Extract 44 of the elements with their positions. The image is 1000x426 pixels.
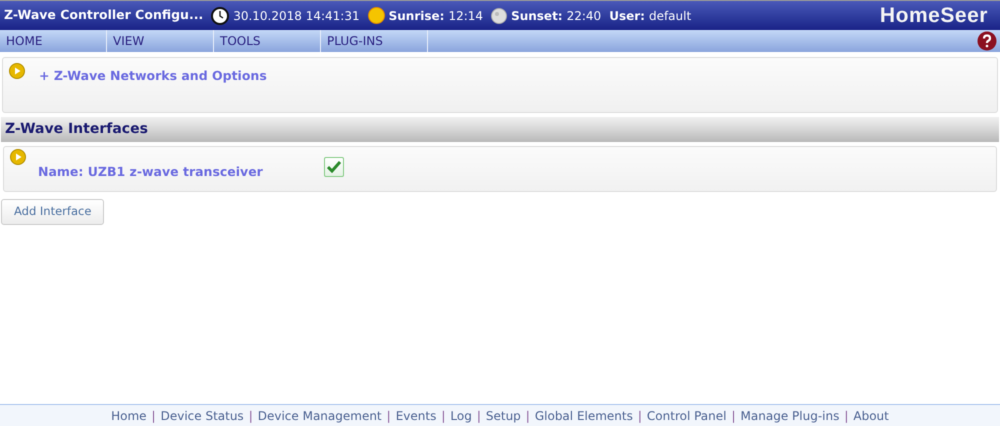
user-name: default [648, 8, 692, 24]
sunset-label: Sunset: [511, 8, 563, 24]
footer-separator: | [526, 408, 530, 424]
footer-separator: | [248, 408, 253, 424]
footer-link[interactable]: Home [111, 406, 147, 424]
footer-separator: | [638, 408, 642, 424]
footer-link[interactable]: Manage Plug-ins [740, 406, 840, 424]
logo[interactable]: HomeSeer [880, 0, 988, 32]
help-icon[interactable] [977, 31, 997, 51]
footer-separator: | [732, 408, 736, 424]
footer-separator: | [844, 408, 848, 424]
add-interface-button[interactable]: Add Interface [1, 198, 104, 225]
interface-name[interactable]: Name: UZB1 z-wave transceiver [38, 163, 324, 182]
clock-icon [211, 6, 230, 24]
play-icon[interactable] [10, 149, 26, 165]
sunrise-label: Sunrise: [388, 8, 444, 24]
footer-separator: | [152, 408, 156, 424]
footer-link[interactable]: Events [396, 406, 436, 424]
check-icon [327, 161, 341, 173]
play-icon[interactable] [9, 63, 25, 79]
footer-link[interactable]: Control Panel [646, 406, 726, 424]
menu-item[interactable]: HOME [0, 30, 107, 52]
sunset-time: 22:40 [566, 8, 602, 24]
footer-link[interactable]: Device Management [258, 406, 382, 424]
sun-icon [368, 7, 385, 24]
menu-item[interactable]: TOOLS [214, 30, 321, 52]
page-title: Z-Wave Controller Configu... [4, 6, 204, 24]
menu-item[interactable]: VIEW [107, 30, 214, 52]
footer-separator: | [386, 408, 391, 424]
menu-item[interactable]: PLUG-INS [321, 30, 428, 52]
section-title: Z-Wave Interfaces [5, 120, 148, 139]
footer-link[interactable]: About [853, 406, 889, 424]
footer-link[interactable]: Setup [486, 406, 521, 424]
user-label: User: [609, 8, 645, 24]
moon-icon [491, 8, 508, 24]
footer-link[interactable]: Global Elements [534, 406, 633, 424]
enabled-checkbox[interactable] [324, 157, 344, 177]
footer-link[interactable]: Log [450, 406, 472, 424]
footer-separator: | [441, 408, 446, 424]
date-time: 30.10.2018 14:41:31 [233, 8, 360, 24]
footer-separator: | [476, 408, 481, 424]
networks-link[interactable]: + Z-Wave Networks and Options [39, 67, 267, 86]
footer-link[interactable]: Device Status [160, 406, 244, 424]
sunrise-time: 12:14 [448, 8, 484, 24]
